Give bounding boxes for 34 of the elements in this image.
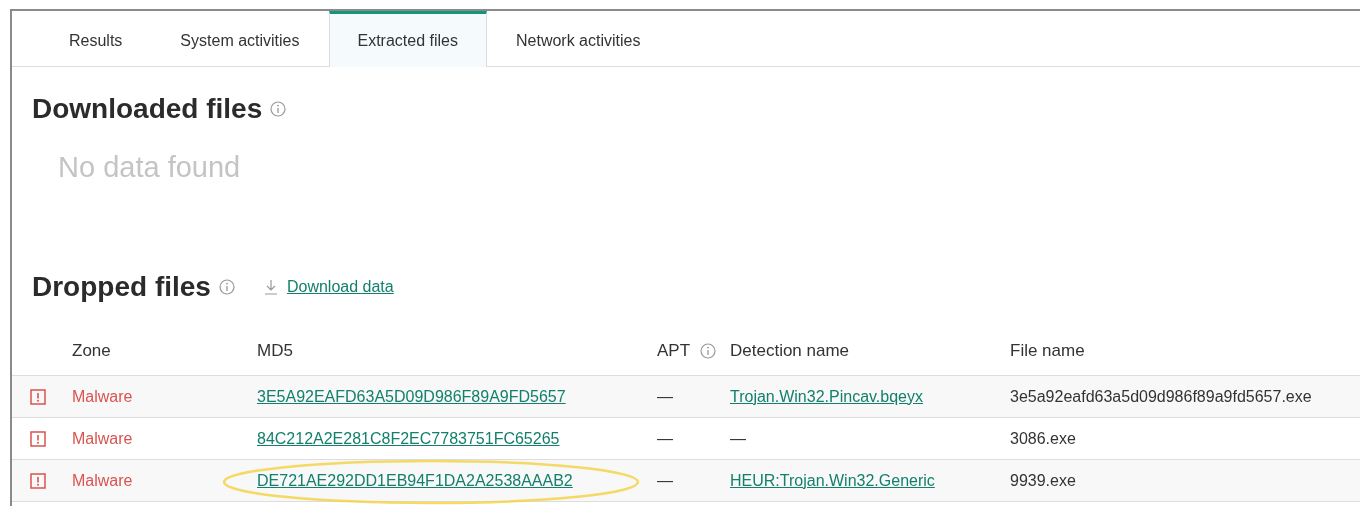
column-header: MD5 [257, 341, 294, 361]
zone-label: Malware [72, 387, 134, 406]
md5-link[interactable]: 84C212A2E281C8F2EC7783751FC65265 [257, 429, 560, 447]
download-link[interactable]: Download data [286, 278, 394, 296]
info-icon [270, 101, 287, 117]
zone-label: Malware [72, 429, 134, 448]
column-header: Zone [72, 341, 112, 361]
file-name: 9939.exe [1010, 471, 1077, 490]
section-title: Dropped files [32, 271, 211, 303]
info-icon [218, 279, 235, 295]
column-header: APT [657, 341, 691, 361]
tab[interactable]: Extracted files [328, 11, 487, 67]
tab[interactable]: System activities [151, 11, 329, 67]
warning-icon [30, 472, 46, 489]
empty-message: No data found [57, 150, 242, 185]
section-title: Downloaded files [32, 93, 263, 125]
apt-value: — [657, 429, 674, 448]
download-icon [262, 279, 279, 295]
detection-value: — [730, 429, 746, 447]
apt-value: — [657, 387, 674, 406]
zone-label: Malware [72, 471, 134, 490]
md5-link[interactable]: 3E5A92EAFD63A5D09D986F89A9FD5657 [257, 387, 566, 405]
warning-icon [30, 430, 46, 447]
column-header: File name [1010, 341, 1086, 361]
tab[interactable]: Results [40, 11, 152, 67]
warning-icon [30, 388, 46, 405]
apt-value: — [657, 471, 674, 490]
file-name: 3e5a92eafd63a5d09d986f89a9fd5657.exe [1010, 387, 1313, 406]
file-name: 3086.exe [1010, 429, 1077, 448]
detection-link[interactable]: HEUR:Trojan.Win32.Generic [730, 471, 935, 489]
column-header: Detection name [730, 341, 851, 361]
info-icon [700, 343, 717, 359]
tab[interactable]: Network activities [487, 11, 670, 67]
detection-link[interactable]: Trojan.Win32.Pincav.bqeyx [730, 387, 923, 405]
